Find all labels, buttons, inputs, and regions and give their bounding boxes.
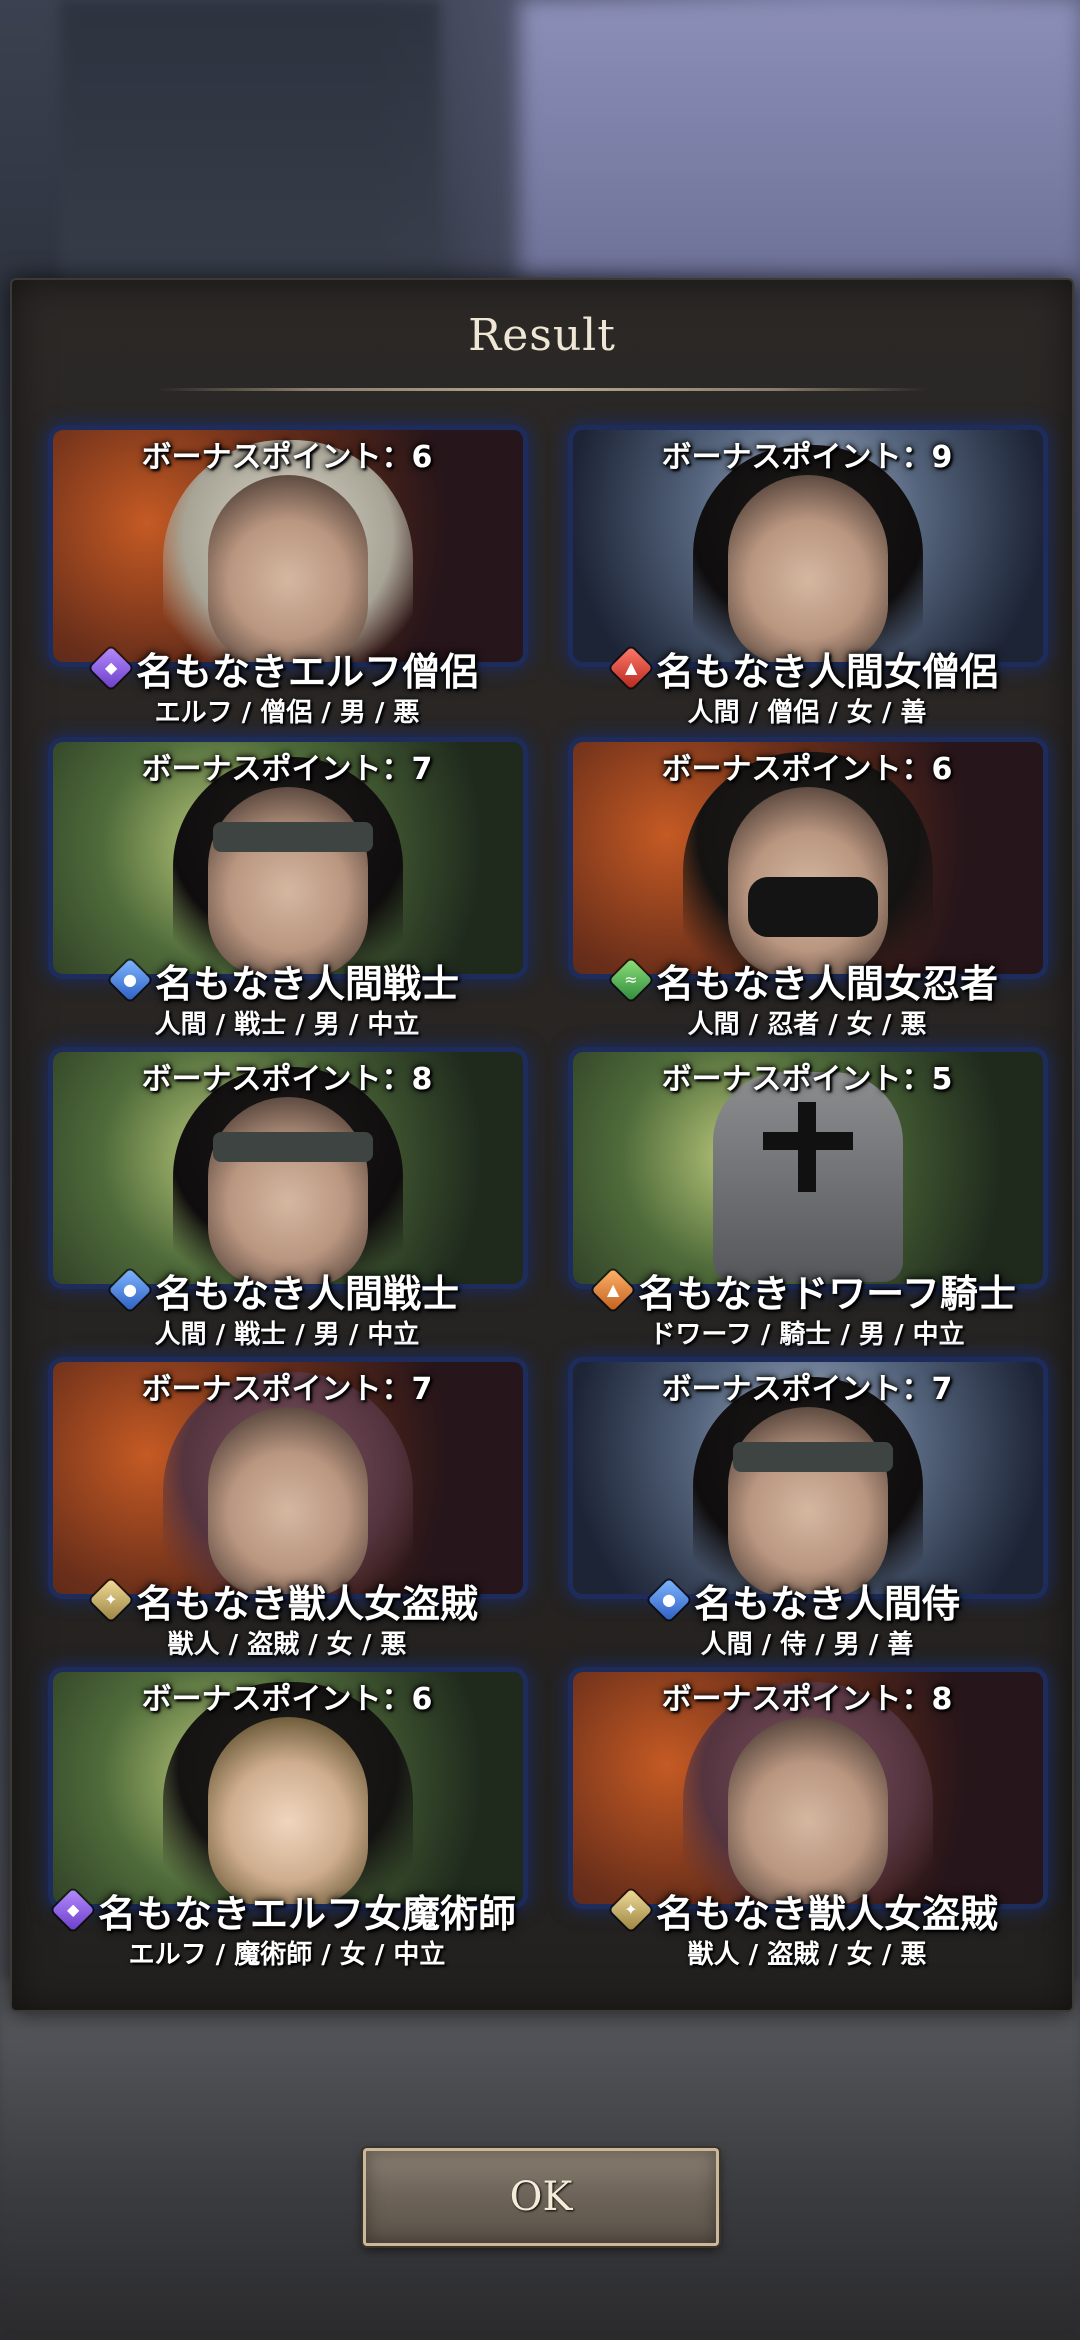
name-row: ● 名もなき人間侍 <box>565 1574 1049 1626</box>
portrait-face <box>728 1407 888 1594</box>
character-attributes: 人間 / 忍者 / 女 / 悪 <box>687 1010 927 1040</box>
name-row: ● 名もなき人間戦士 <box>45 954 529 1006</box>
result-card[interactable]: ボーナスポイント：7 ✦ 名もなき獣人女盗賊 獣人 / 盗賊 / 女 / 悪 <box>45 1362 529 1662</box>
bonus-points: ボーナスポイント：9 <box>661 440 953 475</box>
bonus-points: ボーナスポイント：6 <box>141 440 433 475</box>
portrait-face <box>728 475 888 662</box>
character-name: 名もなきドワーフ騎士 <box>638 1271 1016 1316</box>
portrait-mask <box>748 877 878 937</box>
bonus-points: ボーナスポイント：6 <box>661 752 953 787</box>
character-name: 名もなきエルフ女魔術師 <box>97 1891 516 1936</box>
result-card[interactable]: ボーナスポイント：8 ● 名もなき人間戦士 人間 / 戦士 / 男 / 中立 <box>45 1052 529 1352</box>
orange-earth-icon: ▲ <box>591 1268 635 1312</box>
result-card[interactable]: ボーナスポイント：6 ◆ 名もなきエルフ僧侶 エルフ / 僧侶 / 男 / 悪 <box>45 430 529 730</box>
bonus-points: ボーナスポイント：5 <box>661 1062 953 1097</box>
result-dialog: Result ボーナスポイント：6 ◆ 名もなきエルフ僧侶 エルフ / 僧侶 /… <box>10 278 1074 2012</box>
portrait-headband <box>213 822 373 852</box>
background-sky <box>520 0 1080 280</box>
character-attributes: ドワーフ / 騎士 / 男 / 中立 <box>649 1320 965 1350</box>
result-card[interactable]: ボーナスポイント：7 ● 名もなき人間侍 人間 / 侍 / 男 / 善 <box>565 1362 1049 1662</box>
character-attributes: エルフ / 魔術師 / 女 / 中立 <box>128 1940 446 1970</box>
background-pillar <box>60 0 440 300</box>
portrait-headband <box>733 1442 893 1472</box>
blue-water-icon: ● <box>108 1268 152 1312</box>
character-name: 名もなき人間女忍者 <box>655 961 998 1006</box>
character-attributes: 人間 / 戦士 / 男 / 中立 <box>154 1010 420 1040</box>
character-attributes: 獣人 / 盗賊 / 女 / 悪 <box>687 1940 927 1970</box>
name-row: ◆ 名もなきエルフ女魔術師 <box>45 1884 529 1936</box>
bonus-points: ボーナスポイント：7 <box>141 1372 433 1407</box>
dialog-title: Result <box>468 310 616 361</box>
result-card[interactable]: ボーナスポイント：9 ▲ 名もなき人間女僧侶 人間 / 僧侶 / 女 / 善 <box>565 430 1049 730</box>
character-name: 名もなき人間戦士 <box>154 1271 459 1316</box>
green-wind-icon: ≈ <box>609 958 653 1002</box>
result-card[interactable]: ボーナスポイント：7 ● 名もなき人間戦士 人間 / 戦士 / 男 / 中立 <box>45 742 529 1042</box>
bonus-points: ボーナスポイント：8 <box>661 1682 953 1717</box>
character-name: 名もなき人間戦士 <box>154 961 459 1006</box>
purple-diamond-icon: ◆ <box>89 646 133 690</box>
ok-button-label: OK <box>509 2174 573 2220</box>
name-row: ▲ 名もなき人間女僧侶 <box>565 642 1049 694</box>
title-divider <box>157 388 927 391</box>
character-name: 名もなき人間女僧侶 <box>655 649 998 694</box>
gold-light-icon: ✦ <box>609 1888 653 1932</box>
result-card[interactable]: ボーナスポイント：6 ≈ 名もなき人間女忍者 人間 / 忍者 / 女 / 悪 <box>565 742 1049 1042</box>
portrait-headband <box>213 1132 373 1162</box>
portrait-face <box>208 475 368 662</box>
helmet-cross-bar <box>763 1132 853 1150</box>
character-name: 名もなきエルフ僧侶 <box>135 649 478 694</box>
red-flame-icon: ▲ <box>609 646 653 690</box>
portrait-face <box>728 1717 888 1904</box>
character-attributes: 人間 / 戦士 / 男 / 中立 <box>154 1320 420 1350</box>
blue-water-icon: ● <box>108 958 152 1002</box>
character-name: 名もなき人間侍 <box>693 1581 960 1626</box>
name-row: ≈ 名もなき人間女忍者 <box>565 954 1049 1006</box>
result-card[interactable]: ボーナスポイント：5 ▲ 名もなきドワーフ騎士 ドワーフ / 騎士 / 男 / … <box>565 1052 1049 1352</box>
name-row: ◆ 名もなきエルフ僧侶 <box>45 642 529 694</box>
character-attributes: 人間 / 侍 / 男 / 善 <box>700 1630 914 1660</box>
bonus-points: ボーナスポイント：7 <box>661 1372 953 1407</box>
portrait-face <box>208 787 368 974</box>
ok-button[interactable]: OK <box>363 2148 719 2246</box>
character-name: 名もなき獣人女盗賊 <box>655 1891 998 1936</box>
character-attributes: 人間 / 僧侶 / 女 / 善 <box>687 698 927 728</box>
bonus-points: ボーナスポイント：7 <box>141 752 433 787</box>
result-card[interactable]: ボーナスポイント：6 ◆ 名もなきエルフ女魔術師 エルフ / 魔術師 / 女 /… <box>45 1672 529 1972</box>
name-row: ✦ 名もなき獣人女盗賊 <box>565 1884 1049 1936</box>
result-card[interactable]: ボーナスポイント：8 ✦ 名もなき獣人女盗賊 獣人 / 盗賊 / 女 / 悪 <box>565 1672 1049 1972</box>
gold-light-icon: ✦ <box>89 1578 133 1622</box>
bonus-points: ボーナスポイント：6 <box>141 1682 433 1717</box>
name-row: ▲ 名もなきドワーフ騎士 <box>565 1264 1049 1316</box>
name-row: ✦ 名もなき獣人女盗賊 <box>45 1574 529 1626</box>
blue-water-icon: ● <box>647 1578 691 1622</box>
portrait-face <box>208 1097 368 1284</box>
character-attributes: 獣人 / 盗賊 / 女 / 悪 <box>167 1630 407 1660</box>
character-attributes: エルフ / 僧侶 / 男 / 悪 <box>154 698 420 728</box>
portrait-face <box>208 1717 368 1904</box>
name-row: ● 名もなき人間戦士 <box>45 1264 529 1316</box>
bonus-points: ボーナスポイント：8 <box>141 1062 433 1097</box>
character-name: 名もなき獣人女盗賊 <box>135 1581 478 1626</box>
portrait-face <box>208 1407 368 1594</box>
purple-diamond-icon: ◆ <box>51 1888 95 1932</box>
